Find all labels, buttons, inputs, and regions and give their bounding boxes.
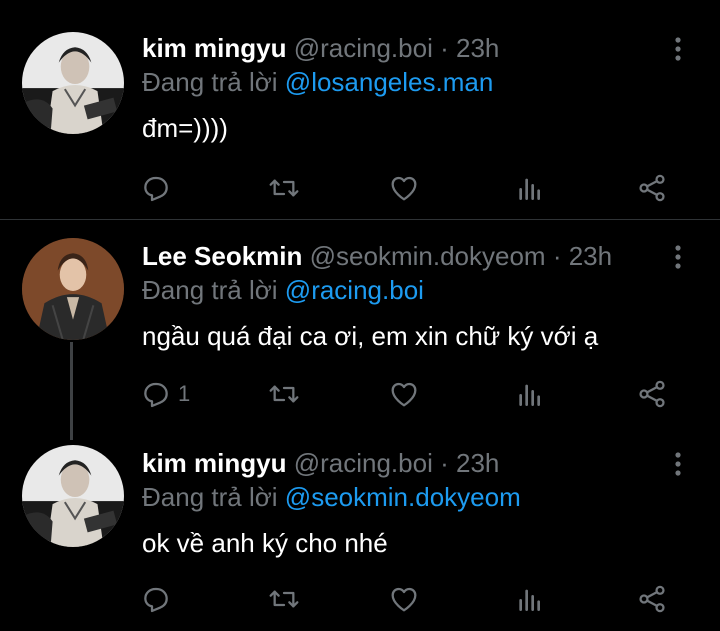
share-icon (636, 378, 668, 410)
more-options-icon[interactable] (668, 34, 688, 64)
tweet-text: ngầu quá đại ca ơi, em xin chữ ký với ạ (142, 321, 599, 351)
replying-prefix: Đang trả lời (142, 482, 278, 512)
more-options-icon[interactable] (668, 242, 688, 272)
like-icon (388, 172, 420, 204)
display-name[interactable]: kim mingyu (142, 33, 286, 63)
reply-icon (140, 583, 172, 615)
share-button[interactable] (636, 579, 668, 619)
reply-button[interactable] (140, 579, 178, 619)
analytics-icon (514, 378, 546, 410)
mention-link[interactable]: @losangeles.man (285, 67, 494, 97)
reply-count: 1 (178, 381, 191, 406)
like-icon (388, 378, 420, 410)
avatar[interactable] (22, 445, 124, 547)
replying-prefix: Đang trả lời (142, 67, 278, 97)
tweet-header: Lee Seokmin @seokmin.dokyeom · 23h (142, 238, 612, 274)
retweet-icon (268, 583, 300, 615)
timestamp[interactable]: 23h (569, 241, 612, 271)
analytics-button[interactable] (514, 374, 546, 414)
analytics-icon (514, 583, 546, 615)
display-name[interactable]: Lee Seokmin (142, 241, 302, 271)
analytics-button[interactable] (514, 168, 546, 208)
like-icon (388, 583, 420, 615)
replying-prefix: Đang trả lời (142, 275, 278, 305)
tweet[interactable]: kim mingyu @racing.boi · 23h Đang trả lờ… (0, 445, 720, 630)
mention-link[interactable]: @racing.boi (285, 275, 424, 305)
tweet-header: kim mingyu @racing.boi · 23h (142, 30, 499, 66)
share-icon (636, 172, 668, 204)
display-name[interactable]: kim mingyu (142, 448, 286, 478)
like-button[interactable] (388, 374, 420, 414)
separator-dot: · (440, 33, 449, 63)
tweet-actions (140, 579, 680, 619)
analytics-button[interactable] (514, 579, 546, 619)
share-icon (636, 583, 668, 615)
replying-to: Đang trả lời @racing.boi (142, 272, 424, 308)
analytics-icon (514, 172, 546, 204)
separator-dot: · (552, 241, 562, 271)
timestamp[interactable]: 23h (456, 33, 499, 63)
separator-dot: · (440, 448, 449, 478)
thread-line (70, 342, 73, 440)
avatar[interactable] (22, 238, 124, 340)
replying-to: Đang trả lời @seokmin.dokyeom (142, 479, 521, 515)
reply-button[interactable]: 1 (140, 374, 190, 414)
tweet[interactable]: kim mingyu @racing.boi · 23h Đang trả lờ… (0, 30, 720, 215)
reply-icon (140, 378, 172, 410)
tweet[interactable]: Lee Seokmin @seokmin.dokyeom · 23h Đang … (0, 238, 720, 423)
retweet-button[interactable] (268, 374, 300, 414)
retweet-button[interactable] (268, 579, 300, 619)
reply-button[interactable] (140, 168, 178, 208)
tweet-header: kim mingyu @racing.boi · 23h (142, 445, 499, 481)
retweet-icon (268, 172, 300, 204)
tweet-text: ok về anh ký cho nhé (142, 528, 388, 558)
more-options-icon[interactable] (668, 449, 688, 479)
avatar[interactable] (22, 32, 124, 134)
like-button[interactable] (388, 579, 420, 619)
mention-link[interactable]: @seokmin.dokyeom (285, 482, 521, 512)
user-handle[interactable]: @racing.boi (294, 33, 433, 63)
user-handle[interactable]: @racing.boi (294, 448, 433, 478)
share-button[interactable] (636, 168, 668, 208)
reply-icon (140, 172, 172, 204)
divider (0, 219, 720, 220)
retweet-button[interactable] (268, 168, 300, 208)
share-button[interactable] (636, 374, 668, 414)
like-button[interactable] (388, 168, 420, 208)
user-handle[interactable]: @seokmin.dokyeom (310, 241, 546, 271)
tweet-text: đm=)))) (142, 113, 228, 143)
tweet-actions: 1 (140, 374, 680, 414)
replying-to: Đang trả lời @losangeles.man (142, 64, 493, 100)
retweet-icon (268, 378, 300, 410)
tweet-actions (140, 168, 680, 208)
timestamp[interactable]: 23h (456, 448, 499, 478)
